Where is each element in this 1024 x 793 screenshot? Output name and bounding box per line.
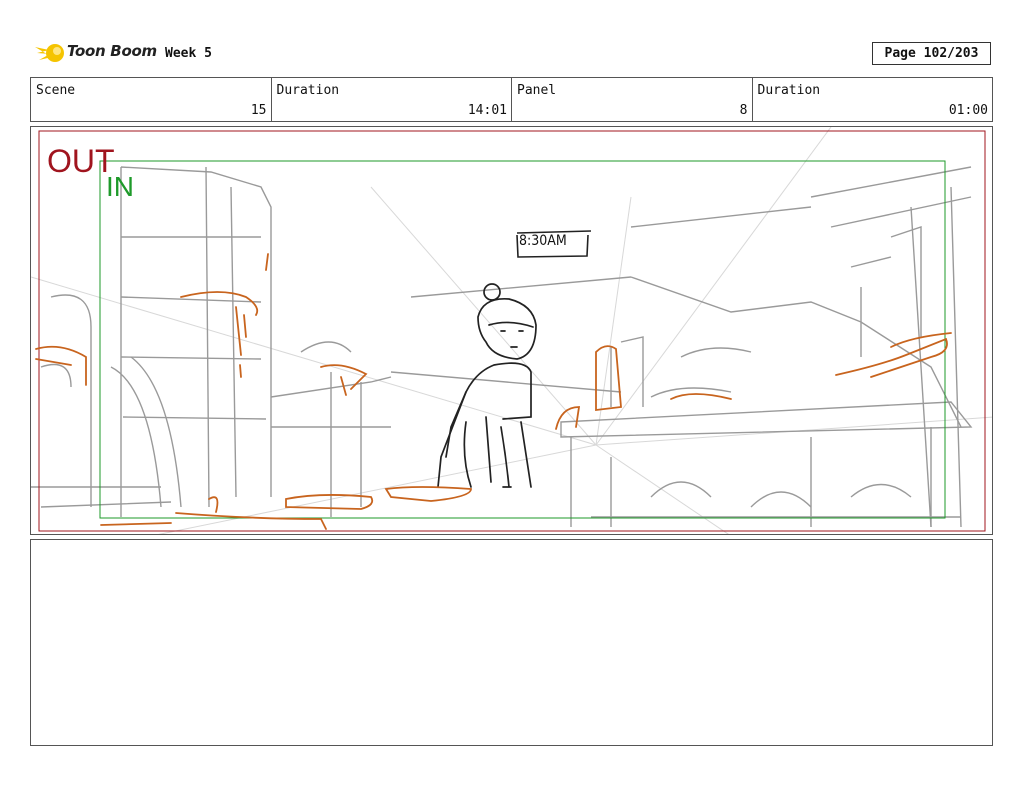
panel-duration-value: 01:00 <box>948 103 988 118</box>
panel-label: Panel <box>517 83 557 98</box>
panel-notes-box[interactable] <box>30 539 993 746</box>
panel-duration-cell: Duration 01:00 <box>753 78 993 121</box>
toon-boom-logo-icon <box>35 44 64 62</box>
out-frame-label: OUT <box>47 143 115 179</box>
scene-duration-value: 14:01 <box>467 103 507 118</box>
toon-boom-logo: Toon Boom <box>33 38 157 68</box>
storyboard-panel[interactable]: OUT IN 8:30AM <box>30 126 993 535</box>
panel-sketch <box>31 127 992 534</box>
panel-duration-label: Duration <box>757 83 821 98</box>
logo-text: Toon Boom <box>67 42 157 60</box>
clock-sign-text: 8:30AM <box>519 233 567 249</box>
scene-cell: Scene 15 <box>31 78 272 121</box>
panel-cell: Panel 8 <box>512 78 753 121</box>
panel-value: 8 <box>739 103 748 118</box>
week-label: Week 5 <box>165 46 212 61</box>
page-number: Page 102/203 <box>872 42 991 65</box>
scene-duration-cell: Duration 14:01 <box>272 78 512 121</box>
scene-value: 15 <box>250 103 267 118</box>
in-frame-label: IN <box>106 171 134 202</box>
scene-info-table: Scene 15 Duration 14:01 Panel 8 Duration… <box>30 77 993 122</box>
scene-label: Scene <box>36 83 76 98</box>
scene-duration-label: Duration <box>276 83 340 98</box>
